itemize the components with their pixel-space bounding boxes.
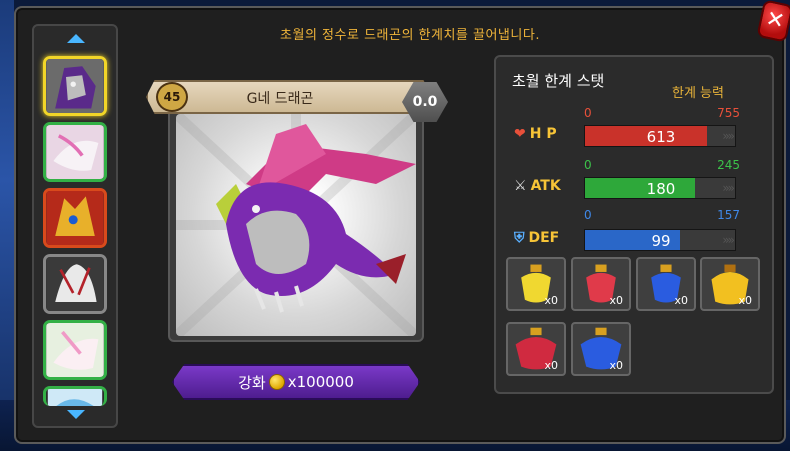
potion-slot[interactable]: x0 <box>571 257 631 311</box>
scroll-up-icon[interactable] <box>67 34 85 43</box>
dragon-thumb-icon <box>46 323 104 377</box>
dragon-thumb-partial[interactable] <box>43 386 107 406</box>
swords-icon: ⚔ <box>514 178 527 194</box>
hp-label: ❤ H P <box>514 126 557 142</box>
atk-value: 180 <box>646 180 676 198</box>
potion-count: x0 <box>544 294 558 307</box>
hp-bar: »» 613 <box>584 125 736 147</box>
dialog-subtitle: 초월의 정수로 드래곤의 한계치를 끌어냅니다. <box>280 28 540 43</box>
dragon-thumb-dark[interactable] <box>43 254 107 314</box>
dragon-list <box>32 24 118 428</box>
heart-icon: ❤ <box>514 126 526 142</box>
potion-slot[interactable]: x0 <box>571 322 631 376</box>
dragon-name: G네 드래곤 <box>246 91 314 107</box>
potion-count: x0 <box>609 359 623 372</box>
enhance-cost: x100000 <box>287 373 354 391</box>
hp-value: 613 <box>646 128 676 146</box>
dragon-thumb-light[interactable] <box>43 320 107 380</box>
hp-min: 0 <box>584 106 592 120</box>
dragon-thumb-icon <box>46 191 104 245</box>
potion-count: x0 <box>674 294 688 307</box>
def-value: 99 <box>651 232 671 250</box>
def-min: 0 <box>584 208 592 222</box>
dragon-thumb-purple[interactable] <box>43 56 107 116</box>
stats-title: 초월 한계 스탯 <box>512 72 605 90</box>
enhance-label: 강화 <box>238 373 266 392</box>
dragon-card <box>168 106 424 342</box>
potion-slot[interactable]: x0 <box>506 322 566 376</box>
hp-max: 755 <box>717 106 740 120</box>
ability-label: 한계 능력 <box>672 86 724 101</box>
dragon-thumb-gold[interactable] <box>43 188 107 248</box>
dragon-image-icon <box>176 114 416 336</box>
potion-slot[interactable]: x0 <box>700 257 760 311</box>
dragon-thumb-icon <box>46 257 104 311</box>
def-label: ⛨ DEF <box>514 230 560 246</box>
atk-min: 0 <box>584 158 592 172</box>
atk-label: ⚔ ATK <box>514 178 561 194</box>
def-max: 157 <box>717 208 740 222</box>
dragon-thumb-icon <box>46 59 104 113</box>
gold-coin-icon <box>268 374 285 390</box>
potion-slot[interactable]: x0 <box>506 257 566 311</box>
potion-slot[interactable]: x0 <box>636 257 696 311</box>
enhance-button[interactable]: 강화 x100000 <box>172 364 420 400</box>
dragon-thumb-pink[interactable] <box>43 122 107 182</box>
potion-count: x0 <box>609 294 623 307</box>
scroll-down-icon[interactable] <box>67 410 85 419</box>
dragon-thumb-icon <box>46 125 104 179</box>
potion-count: x0 <box>738 294 752 307</box>
background-strip <box>0 0 14 451</box>
potion-count: x0 <box>544 359 558 372</box>
dragon-thumb-icon <box>47 389 103 406</box>
close-icon: ✕ <box>763 6 787 35</box>
dragon-portrait <box>176 114 416 336</box>
atk-bar: »» 180 <box>584 177 736 199</box>
atk-max: 245 <box>717 158 740 172</box>
def-bar: »» 99 <box>584 229 736 251</box>
shield-icon: ⛨ <box>514 230 525 246</box>
